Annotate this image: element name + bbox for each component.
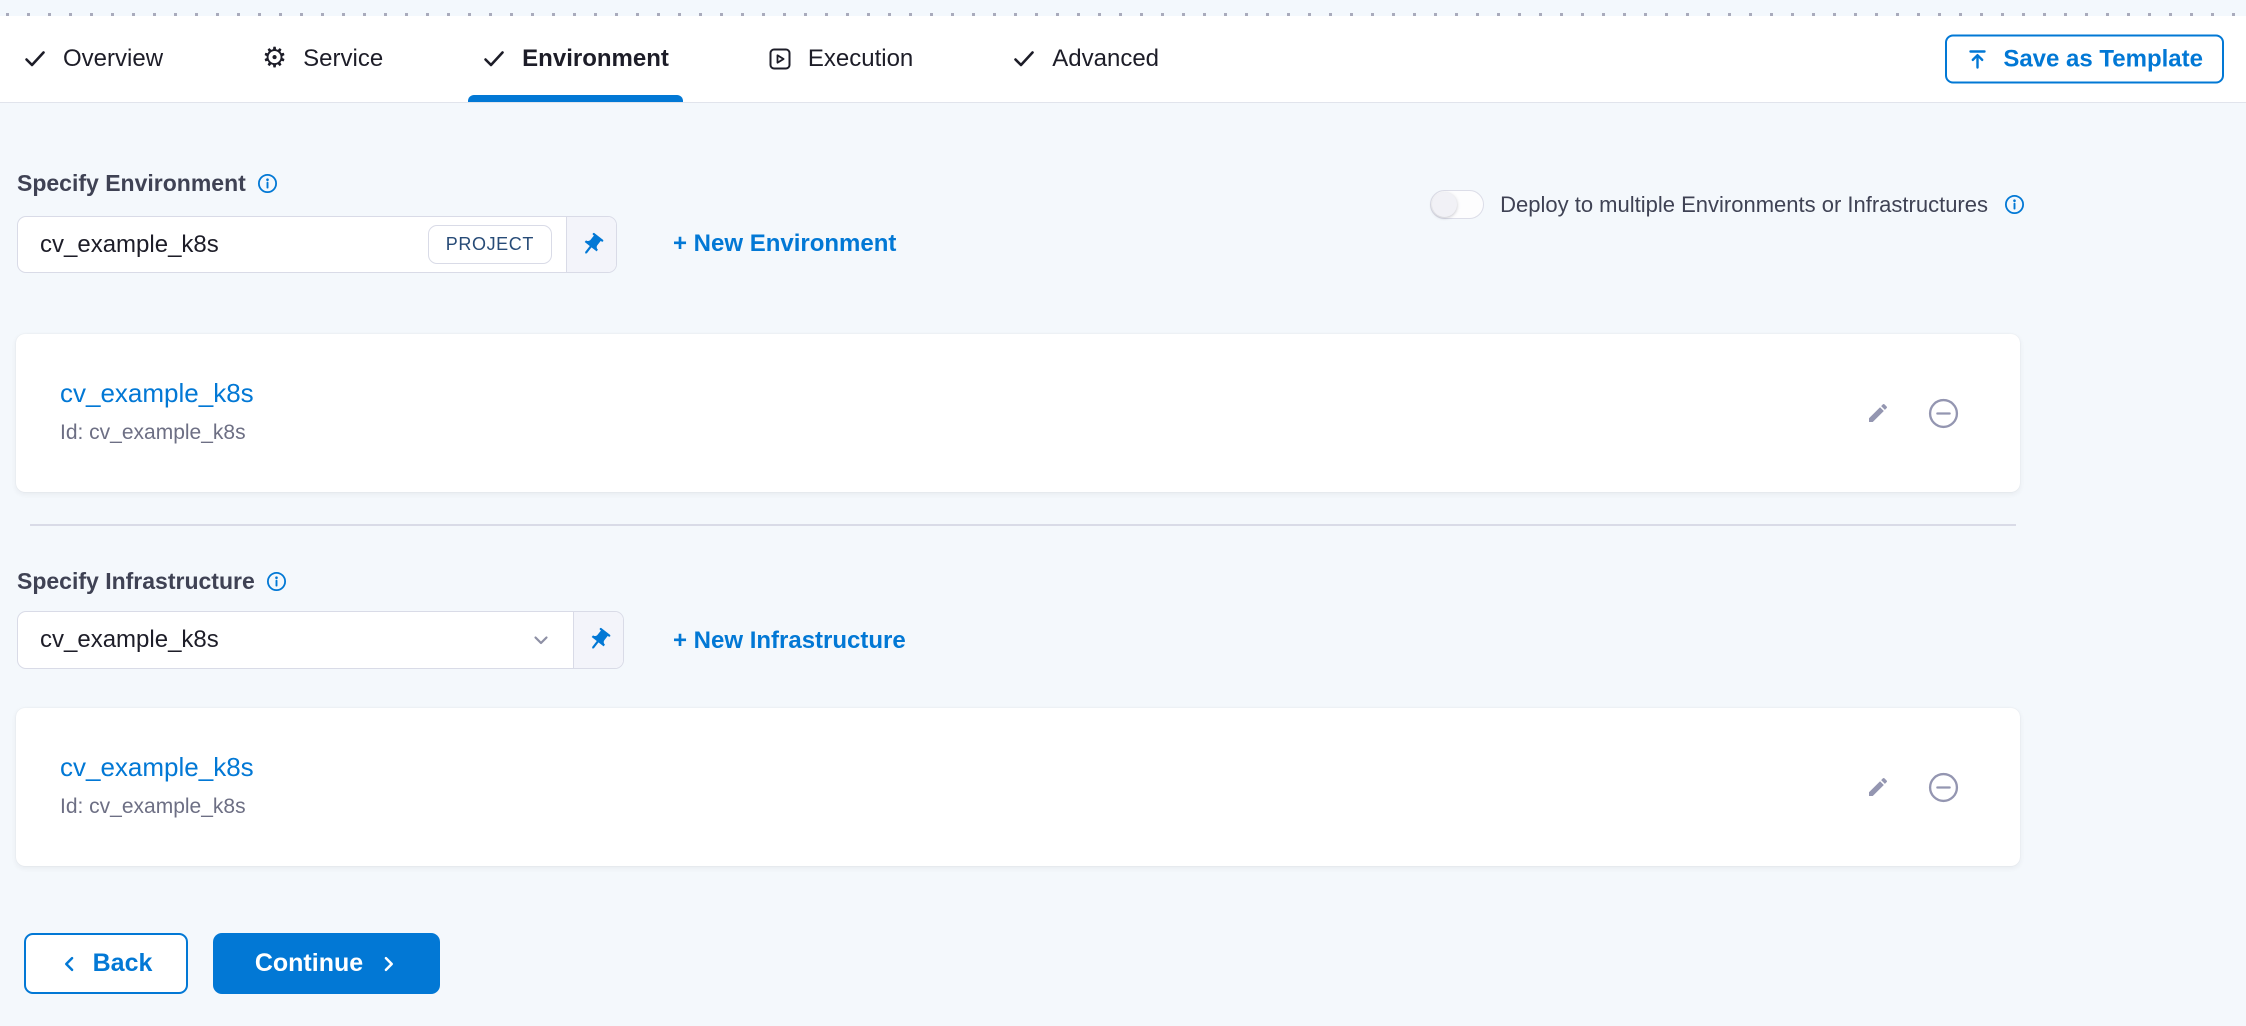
pencil-icon	[1866, 775, 1890, 799]
chevron-left-icon	[60, 954, 80, 974]
tab-label: Overview	[63, 45, 163, 73]
chevron-right-icon	[378, 954, 398, 974]
multi-deploy-toggle-label: Deploy to multiple Environments or Infra…	[1500, 192, 1988, 218]
check-icon	[23, 47, 47, 71]
tab-label: Service	[303, 45, 383, 73]
save-as-template-button[interactable]: Save as Template	[1945, 35, 2224, 84]
pin-icon	[579, 232, 605, 258]
tab-execution[interactable]: Execution	[768, 16, 913, 102]
environment-stage-page: Overview ⚙ Service Environment Execution	[0, 0, 2246, 1026]
chevron-down-icon	[529, 628, 559, 652]
check-icon	[482, 47, 506, 71]
gear-icon: ⚙	[262, 44, 287, 72]
save-as-template-label: Save as Template	[2003, 45, 2203, 73]
section-divider	[30, 524, 2016, 526]
infrastructure-pin-button[interactable]	[573, 612, 623, 668]
environment-card-actions	[1866, 334, 1961, 492]
info-icon[interactable]	[266, 571, 287, 592]
tab-label: Execution	[808, 45, 913, 73]
new-infrastructure-link[interactable]: + New Infrastructure	[673, 627, 906, 655]
tab-advanced[interactable]: Advanced	[1012, 16, 1159, 102]
back-label: Back	[93, 949, 153, 978]
tab-label: Advanced	[1052, 45, 1159, 73]
infrastructure-card-actions	[1866, 708, 1961, 866]
pipeline-canvas-strip	[0, 0, 2246, 16]
environment-card-id: Id: cv_example_k8s	[60, 421, 2020, 445]
edit-environment-button[interactable]	[1866, 401, 1890, 425]
environment-card-title-link[interactable]: cv_example_k8s	[60, 378, 254, 409]
infrastructure-card: cv_example_k8s Id: cv_example_k8s	[16, 708, 2020, 866]
toggle-knob	[1432, 192, 1457, 217]
tab-service[interactable]: ⚙ Service	[262, 16, 383, 102]
info-icon[interactable]	[257, 173, 278, 194]
environment-select-field: PROJECT	[17, 216, 617, 273]
environment-input-wrap: PROJECT	[18, 217, 566, 272]
minus-circle-icon	[1926, 770, 1961, 805]
pencil-icon	[1866, 401, 1890, 425]
remove-environment-button[interactable]	[1926, 396, 1961, 431]
infrastructure-card-id: Id: cv_example_k8s	[60, 795, 2020, 819]
infrastructure-card-title-link[interactable]: cv_example_k8s	[60, 752, 254, 783]
stage-tabs: Overview ⚙ Service Environment Execution	[23, 16, 2246, 102]
multi-deploy-toggle-row: Deploy to multiple Environments or Infra…	[1430, 190, 2025, 219]
infrastructure-select-field[interactable]: cv_example_k8s	[17, 611, 624, 669]
tab-environment[interactable]: Environment	[482, 16, 669, 102]
back-button[interactable]: Back	[24, 933, 188, 994]
edit-infrastructure-button[interactable]	[1866, 775, 1890, 799]
check-icon	[1012, 47, 1036, 71]
scope-badge: PROJECT	[428, 225, 552, 264]
environment-input[interactable]	[40, 231, 428, 259]
minus-circle-icon	[1926, 396, 1961, 431]
environment-card: cv_example_k8s Id: cv_example_k8s	[16, 334, 2020, 492]
specify-infrastructure-label: Specify Infrastructure	[17, 568, 287, 595]
continue-button[interactable]: Continue	[213, 933, 440, 994]
tab-label: Environment	[522, 45, 669, 73]
upload-icon	[1966, 47, 1990, 71]
infrastructure-selected-value: cv_example_k8s	[40, 626, 219, 654]
play-box-icon	[768, 47, 792, 71]
stage-tabbar: Overview ⚙ Service Environment Execution	[0, 16, 2246, 103]
continue-label: Continue	[255, 949, 363, 978]
pin-icon	[586, 627, 612, 653]
multi-deploy-toggle[interactable]	[1430, 190, 1484, 219]
new-environment-link[interactable]: + New Environment	[673, 230, 896, 258]
environment-pin-button[interactable]	[566, 217, 616, 272]
info-icon[interactable]	[2004, 194, 2025, 215]
specify-environment-label: Specify Environment	[17, 170, 278, 197]
tab-overview[interactable]: Overview	[23, 16, 163, 102]
remove-infrastructure-button[interactable]	[1926, 770, 1961, 805]
